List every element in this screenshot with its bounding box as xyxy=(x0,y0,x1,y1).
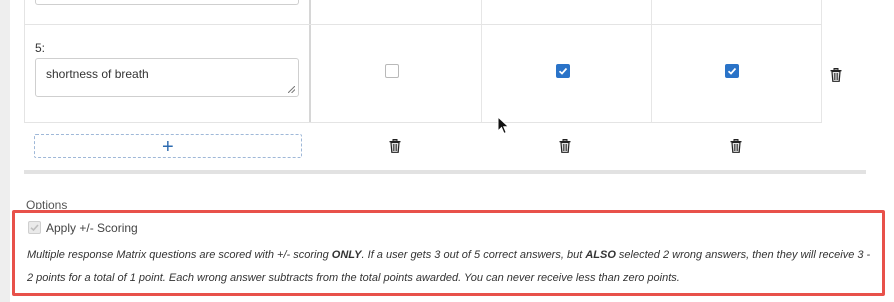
delete-row-trash-icon[interactable] xyxy=(830,68,842,82)
resize-handle-icon[interactable] xyxy=(288,86,295,93)
note-emphasis: ALSO xyxy=(585,249,616,261)
answer-text: shortness of breath xyxy=(46,67,149,81)
apply-scoring-checkbox[interactable] xyxy=(28,221,41,234)
note-text: . If a user gets 3 out of 5 correct answ… xyxy=(361,249,586,261)
note-text: Multiple response Matrix questions are s… xyxy=(27,249,332,261)
row-number-label: 5: xyxy=(35,41,46,55)
plus-icon: + xyxy=(162,136,174,158)
section-divider xyxy=(24,170,866,174)
apply-scoring-label: Apply +/- Scoring xyxy=(46,221,138,235)
matrix-checkbox-col2[interactable] xyxy=(556,64,570,78)
left-gutter xyxy=(0,0,10,302)
matrix-checkbox-col1[interactable] xyxy=(385,64,399,78)
add-row-button[interactable]: + xyxy=(34,134,302,158)
previous-answer-textarea[interactable] xyxy=(35,0,299,5)
delete-column-trash-icon[interactable] xyxy=(389,139,401,153)
matrix-checkbox-col3[interactable] xyxy=(725,64,739,78)
delete-column-trash-icon[interactable] xyxy=(730,139,742,153)
matrix-column-divider xyxy=(481,0,482,122)
matrix-row-divider xyxy=(24,24,822,25)
mouse-cursor-icon xyxy=(497,116,510,135)
delete-column-trash-icon[interactable] xyxy=(559,139,571,153)
matrix-row-divider xyxy=(24,122,822,123)
answer-textarea[interactable]: shortness of breath xyxy=(35,58,299,97)
matrix-column-divider xyxy=(309,0,311,122)
matrix-column-divider xyxy=(651,0,652,122)
note-emphasis: ONLY xyxy=(331,249,362,261)
scoring-explanation: Multiple response Matrix questions are s… xyxy=(27,244,877,290)
matrix-column-divider xyxy=(821,0,822,122)
options-heading: Options xyxy=(26,198,68,209)
